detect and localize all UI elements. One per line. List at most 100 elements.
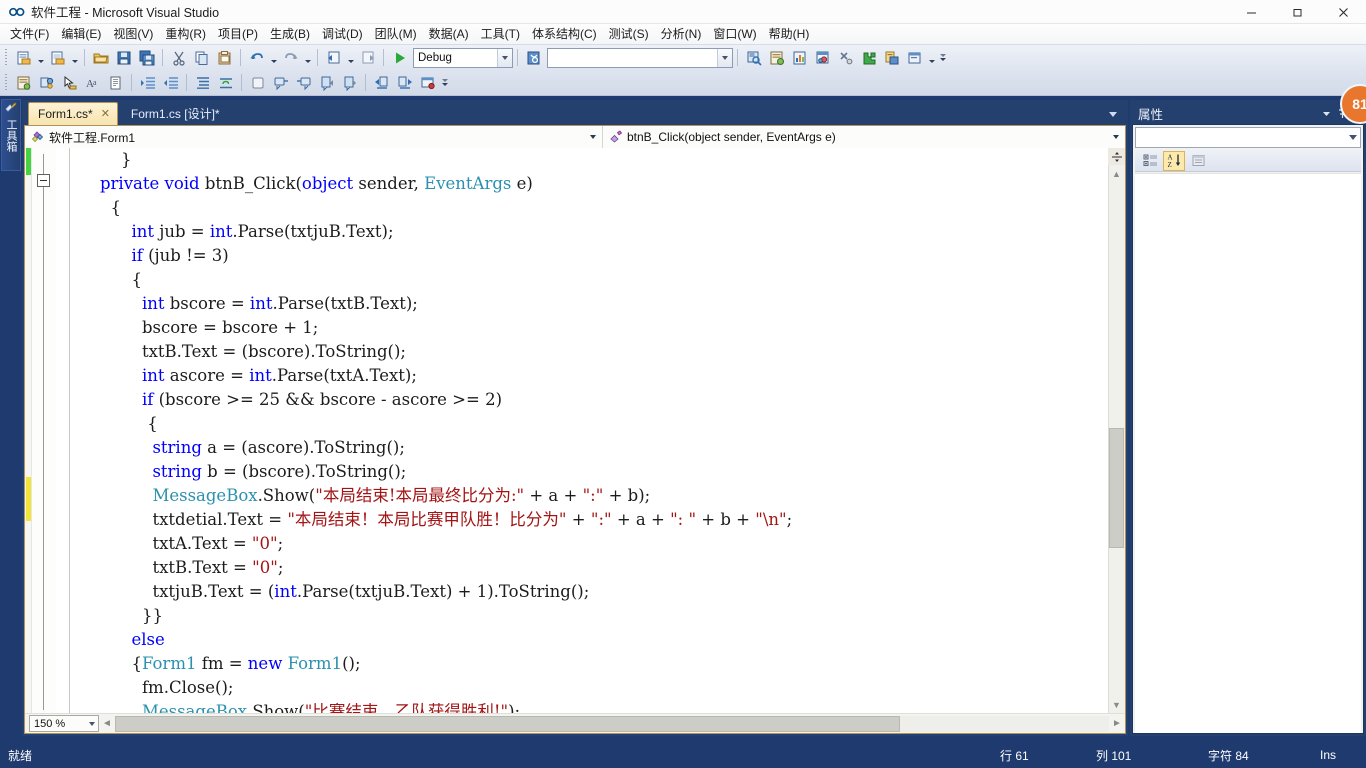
menu-window[interactable]: 窗口(W) xyxy=(707,25,762,44)
chevron-down-icon[interactable] xyxy=(1318,104,1334,122)
open-file-icon[interactable] xyxy=(89,47,112,69)
menu-tools[interactable]: 工具(T) xyxy=(475,25,526,44)
window-list-icon[interactable] xyxy=(903,47,926,69)
chevron-down-icon[interactable] xyxy=(1105,106,1121,122)
step-into-icon[interactable] xyxy=(370,72,393,94)
new-item-icon[interactable] xyxy=(46,47,69,69)
window-list-dropdown-icon[interactable] xyxy=(926,47,937,69)
toolbar-grip-icon[interactable] xyxy=(3,74,10,91)
menu-project[interactable]: 项目(P) xyxy=(212,25,264,44)
start-debugging-icon[interactable] xyxy=(388,47,411,69)
properties-grid[interactable] xyxy=(1135,173,1361,733)
tab-form1-cs[interactable]: Form1.cs* ✕ xyxy=(28,102,118,125)
menu-build[interactable]: 生成(B) xyxy=(264,25,316,44)
menu-refactor[interactable]: 重构(R) xyxy=(159,25,212,44)
breakpoint-window-icon[interactable] xyxy=(416,72,439,94)
toolbar-grip-icon[interactable] xyxy=(3,49,10,66)
collapse-region-button[interactable] xyxy=(37,174,50,187)
paste-icon[interactable] xyxy=(213,47,236,69)
navigate-backward-icon[interactable] xyxy=(322,47,345,69)
split-view-icon[interactable] xyxy=(1108,148,1125,165)
find-combo-dropdown-icon[interactable] xyxy=(717,48,732,67)
increase-indent-icon[interactable] xyxy=(136,72,159,94)
comment-icon[interactable] xyxy=(104,72,127,94)
scroll-down-button[interactable]: ▼ xyxy=(1108,697,1125,713)
pointer-icon[interactable] xyxy=(58,72,81,94)
navigate-forward-icon[interactable] xyxy=(356,47,379,69)
zoom-level-combo[interactable]: 150 % xyxy=(29,715,99,732)
menu-debug[interactable]: 调试(D) xyxy=(316,25,369,44)
alphabetical-sort-icon[interactable]: A Z xyxy=(1163,150,1185,171)
scroll-right-button[interactable]: ► xyxy=(1109,715,1125,733)
solution-configuration-dropdown-icon[interactable] xyxy=(497,48,512,67)
new-project-dropdown-icon[interactable] xyxy=(35,47,46,69)
properties-window-icon[interactable] xyxy=(12,72,35,94)
menu-test[interactable]: 测试(S) xyxy=(603,25,655,44)
decrease-indent-icon[interactable] xyxy=(159,72,182,94)
property-pages-icon[interactable] xyxy=(1187,151,1209,171)
extension-icon[interactable] xyxy=(857,47,880,69)
undo-outlining-icon[interactable] xyxy=(214,72,237,94)
redo-dropdown-icon[interactable] xyxy=(302,47,313,69)
maximize-button[interactable] xyxy=(1274,0,1320,24)
new-project-icon[interactable] xyxy=(12,47,35,69)
toggle-all-outlining-icon[interactable] xyxy=(191,72,214,94)
step-over-icon[interactable] xyxy=(393,72,416,94)
editor-vertical-scrollbar[interactable]: ▲ ▼ xyxy=(1108,148,1125,713)
save-all-icon[interactable] xyxy=(135,47,158,69)
undo-icon[interactable] xyxy=(245,47,268,69)
object-browser-icon[interactable] xyxy=(35,72,58,94)
scroll-left-button[interactable]: ◄ xyxy=(99,715,115,733)
horizontal-scroll-thumb[interactable] xyxy=(115,715,900,732)
type-selector[interactable]: 软件工程.Form1 xyxy=(25,126,603,148)
categorized-icon[interactable] xyxy=(1139,151,1161,171)
toolbar-overflow-button[interactable] xyxy=(439,72,450,94)
solution-explorer-icon[interactable] xyxy=(742,47,765,69)
vertical-scroll-thumb[interactable] xyxy=(1109,428,1124,548)
redo-icon[interactable] xyxy=(279,47,302,69)
tools-icon[interactable] xyxy=(834,47,857,69)
font-icon[interactable]: A a xyxy=(81,72,104,94)
database-icon[interactable] xyxy=(880,47,903,69)
close-icon[interactable]: ✕ xyxy=(101,108,110,120)
horizontal-scroll-track[interactable] xyxy=(115,715,1109,732)
scroll-up-button[interactable]: ▲ xyxy=(1108,166,1125,182)
menu-edit[interactable]: 编辑(E) xyxy=(55,25,107,44)
solution-configuration-combo[interactable]: Debug xyxy=(413,47,513,68)
find-in-files-icon[interactable] xyxy=(522,47,545,69)
cut-icon[interactable] xyxy=(167,47,190,69)
code-editor-surface[interactable]: } private void btnB_Click(object sender,… xyxy=(25,148,1125,713)
zoom-dropdown-icon[interactable] xyxy=(89,722,95,726)
menu-view[interactable]: 视图(V) xyxy=(107,25,159,44)
chart-icon[interactable] xyxy=(788,47,811,69)
menu-architecture[interactable]: 体系结构(C) xyxy=(526,25,603,44)
properties-object-combo[interactable] xyxy=(1135,127,1361,148)
find-combo[interactable] xyxy=(547,47,733,68)
stop-icon[interactable] xyxy=(246,72,269,94)
class-view-icon[interactable] xyxy=(765,47,788,69)
menu-help[interactable]: 帮助(H) xyxy=(763,25,816,44)
minimize-button[interactable] xyxy=(1228,0,1274,24)
close-button[interactable] xyxy=(1320,0,1366,24)
bookmark-prev-icon[interactable] xyxy=(315,72,338,94)
bookmark-next-icon[interactable] xyxy=(338,72,361,94)
member-selector[interactable]: btnB_Click(object sender, EventArgs e) xyxy=(603,126,1125,148)
member-selector-dropdown-icon[interactable] xyxy=(1110,130,1122,143)
undo-dropdown-icon[interactable] xyxy=(268,47,279,69)
menu-file[interactable]: 文件(F) xyxy=(4,25,55,44)
copy-icon[interactable] xyxy=(190,47,213,69)
outlining-margin[interactable] xyxy=(32,148,56,713)
menu-team[interactable]: 团队(M) xyxy=(369,25,423,44)
uncomment-selection-icon[interactable] xyxy=(292,72,315,94)
new-item-dropdown-icon[interactable] xyxy=(69,47,80,69)
chevron-down-icon[interactable] xyxy=(1349,135,1357,140)
menu-data[interactable]: 数据(A) xyxy=(423,25,475,44)
menu-analyze[interactable]: 分析(N) xyxy=(655,25,708,44)
save-icon[interactable] xyxy=(112,47,135,69)
tab-form1-designer[interactable]: Form1.cs [设计]* xyxy=(124,102,227,125)
comment-selection-icon[interactable] xyxy=(269,72,292,94)
navigate-backward-dropdown-icon[interactable] xyxy=(345,47,356,69)
toolbar-overflow-button[interactable] xyxy=(937,47,948,69)
designer-icon[interactable] xyxy=(811,47,834,69)
type-selector-dropdown-icon[interactable] xyxy=(587,130,599,143)
